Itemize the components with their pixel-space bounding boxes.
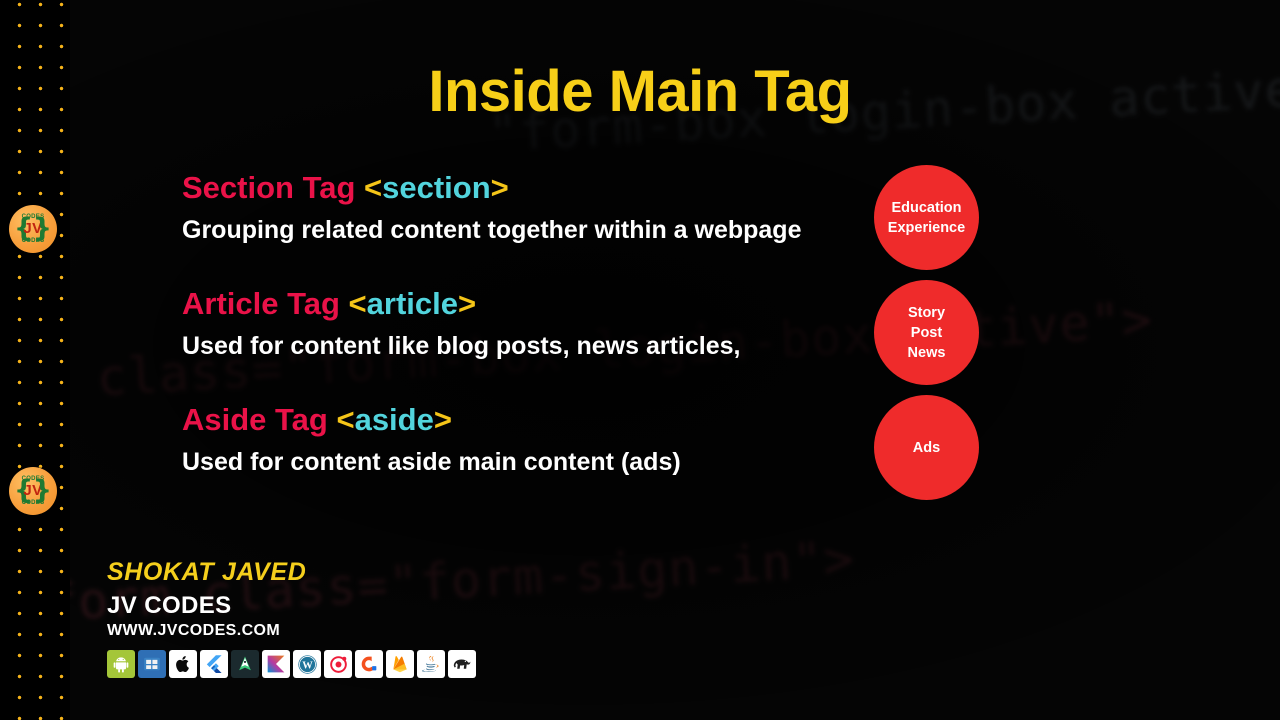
block-heading: Article Tag <article> xyxy=(182,284,882,324)
java-icon xyxy=(417,650,445,678)
google-ads-icon xyxy=(355,650,383,678)
block-description: Used for content like blog posts, news a… xyxy=(182,332,741,360)
android-studio-icon xyxy=(231,650,259,678)
logo-codes-bottom-text: CODES xyxy=(21,238,45,244)
block-description: Grouping related content together within… xyxy=(182,216,802,244)
circle-group: Education Experience Story Post News Ads xyxy=(874,165,979,510)
footer: SHOKAT JAVED JV CODES WWW.JVCODES.COM W xyxy=(107,556,476,678)
tech-icon-row: W xyxy=(107,650,476,678)
wordpress-icon: W xyxy=(293,650,321,678)
angle-open-icon: < xyxy=(336,402,355,437)
bg-code-line: <input type="text" name="username" xyxy=(0,710,1280,720)
tag-label: Article Tag xyxy=(182,286,340,321)
tag-code: section xyxy=(382,170,491,205)
circle-story-post-news: Story Post News xyxy=(874,280,979,385)
php-elephant-icon xyxy=(448,650,476,678)
author-name: SHOKAT JAVED xyxy=(107,558,307,586)
flutter-icon xyxy=(200,650,228,678)
angle-close-icon: > xyxy=(433,402,452,437)
tag-label: Aside Tag xyxy=(182,402,328,437)
website-url: WWW.JVCODES.COM xyxy=(107,622,281,639)
kotlin-icon xyxy=(262,650,290,678)
jv-codes-logo-top: CODES { JV } CODES xyxy=(9,205,57,253)
svg-text:W: W xyxy=(302,660,313,671)
tag-code: aside xyxy=(354,402,434,437)
ionic-icon xyxy=(324,650,352,678)
slide-root: "form-box login-box active"> <div class=… xyxy=(0,0,1280,720)
slide-title: Inside Main Tag xyxy=(428,59,852,124)
angle-open-icon: < xyxy=(348,286,367,321)
tag-code: article xyxy=(366,286,458,321)
content-block-aside: Aside Tag <aside> Used for content aside… xyxy=(182,400,882,478)
angle-close-icon: > xyxy=(457,286,477,321)
circle-ads: Ads xyxy=(874,395,979,500)
block-heading: Aside Tag <aside> xyxy=(182,400,882,440)
logo-codes-bottom-text: CODES xyxy=(21,500,45,506)
apple-icon xyxy=(169,650,197,678)
angle-open-icon: < xyxy=(364,170,383,205)
firebase-icon xyxy=(386,650,414,678)
circle-label: Story Post News xyxy=(907,304,946,361)
circle-label: Ads xyxy=(912,439,941,456)
block-description: Used for content aside main content (ads… xyxy=(182,448,681,476)
content-block-article: Article Tag <article> Used for content l… xyxy=(182,284,882,362)
content-block-section: Section Tag <section> Grouping related c… xyxy=(182,168,882,246)
circle-education-experience: Education Experience xyxy=(874,165,979,270)
circle-label: Education Experience xyxy=(887,199,966,236)
block-heading: Section Tag <section> xyxy=(182,168,882,208)
jv-codes-logo-bottom: CODES { JV } CODES xyxy=(9,467,57,515)
android-icon xyxy=(107,650,135,678)
microsoft-store-icon xyxy=(138,650,166,678)
tag-label: Section Tag xyxy=(182,170,356,205)
angle-close-icon: > xyxy=(490,170,509,205)
brand-name: JV CODES xyxy=(107,592,232,619)
content-blocks: Section Tag <section> Grouping related c… xyxy=(182,168,882,516)
